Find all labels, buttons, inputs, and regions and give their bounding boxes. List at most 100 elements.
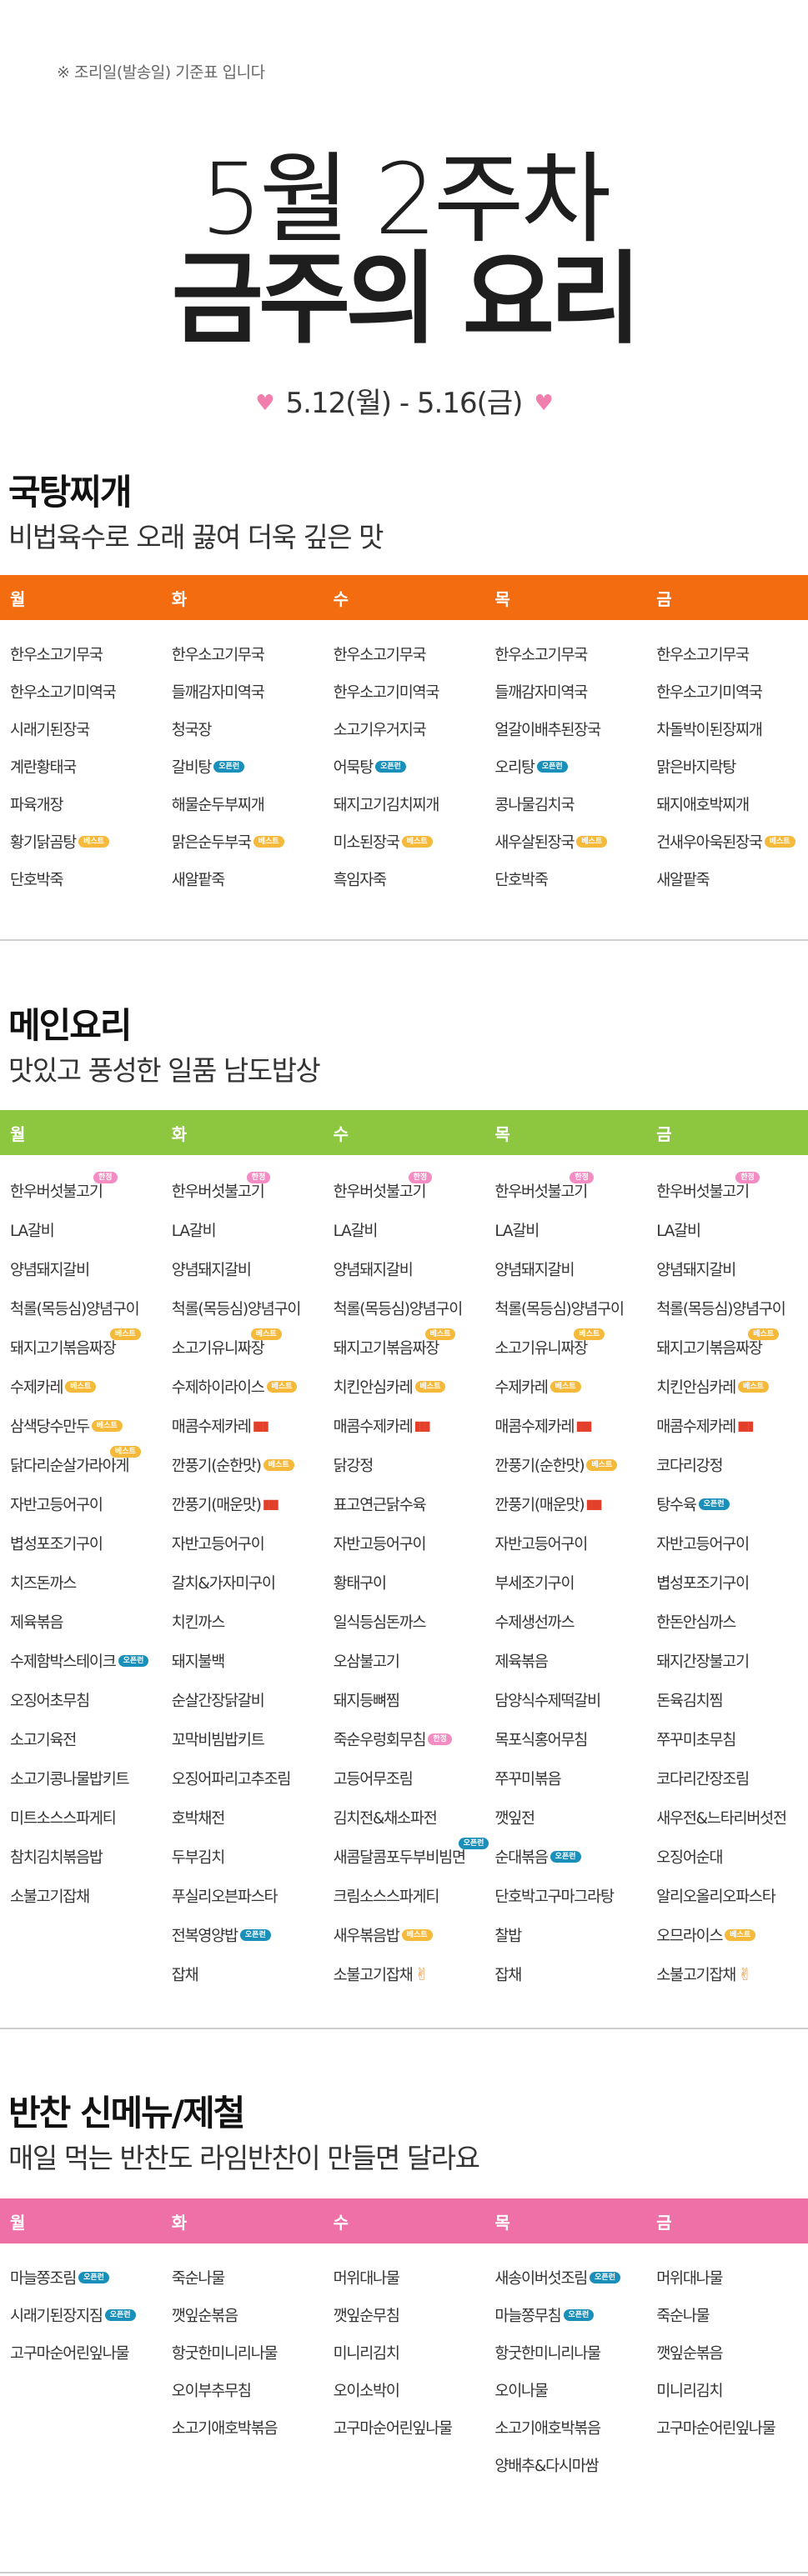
main-column-thu: 한정 한우버섯불고기 LA갈비 양념돼지갈비 척롤(목등심)양념구이 베스트 소고기… <box>484 1171 646 1993</box>
best-badge: 베스트 <box>263 1458 294 1471</box>
menu-item: 깐풍기(매운맛) ▮▮▮ <box>494 1496 602 1514</box>
side-column-tue: 죽순나물 깻잎순볶음 항굿한미니리나물 오이부추무침 소고기애호박볶음 <box>162 2258 324 2483</box>
new-badge: 오픈런 <box>698 1498 730 1510</box>
day-label: 목 <box>494 2212 510 2233</box>
menu-item: 깐풍기(순한맛) 베스트 <box>172 1445 324 1484</box>
side-column-mon: 마늘쫑조림 오픈런 시래기된장지짐 오픈런 고구마순어린잎나물 <box>0 2258 162 2483</box>
menu-item: 제육볶음 <box>10 1613 63 1632</box>
menu-item: 양배추&다시마쌈 <box>494 2457 599 2475</box>
menu-item: 돼지간장불고기 <box>656 1653 750 1671</box>
chili-icon: ▮▮▮ <box>575 1418 592 1433</box>
menu-item: 치즈돈까스 <box>10 1574 77 1593</box>
chili-icon: ▮▮▮ <box>252 1418 269 1433</box>
menu-item: 수제하이라이스 베스트 <box>172 1367 324 1406</box>
menu-item: 크림소스스파게티 <box>333 1888 440 1906</box>
soup-column-fri: 한우소고기무국 한우소고기미역국 차돌박이된장찌개 맑은바지락탕 돼지애호박찌개… <box>646 635 808 898</box>
section-divider <box>0 2028 808 2029</box>
chili-icon: ▮▮▮ <box>414 1418 431 1433</box>
menu-item: 죽순나물 <box>171 2269 225 2288</box>
menu-item: LA갈비 <box>10 1222 55 1240</box>
best-badge: 베스트 <box>550 1380 581 1393</box>
menu-item: 들깨감자미역국 <box>171 683 265 702</box>
menu-item: 베스트 닭다리순살가라아게 <box>10 1445 162 1484</box>
new-badge: 오픈런 <box>458 1838 489 1849</box>
menu-item: 들깨감자미역국 <box>494 683 588 702</box>
menu-item: 시래기된장지짐 오픈런 <box>10 2296 162 2333</box>
menu-item: 돈육김치찜 <box>656 1692 723 1710</box>
menu-item: 소고기우거지국 <box>333 721 427 739</box>
menu-item: 시래기된장국 <box>10 721 90 739</box>
menu-item: 삼색당수만두 베스트 <box>10 1406 162 1445</box>
menu-item: 볍성포조기구이 <box>656 1574 750 1593</box>
menu-item: 죽순나물 <box>656 2307 710 2325</box>
menu-item: 매콤수제카레 ▮▮▮ <box>494 1418 592 1436</box>
day-label: 목 <box>494 588 510 609</box>
menu-item: 한우소고기무국 <box>333 646 427 664</box>
menu-item: 맑은순두부국 베스트 <box>172 823 324 860</box>
menu-item: 한우소고기미역국 <box>333 683 440 702</box>
menu-item: 깻잎순볶음 <box>656 2344 723 2363</box>
menu-item: 소불고기잡채 ✌ <box>333 1963 429 1984</box>
menu-item: 미니리김치 <box>656 2382 723 2400</box>
best-badge: 베스트 <box>414 1380 446 1393</box>
menu-item: 일식등심돈까스 <box>333 1613 427 1632</box>
menu-item: 오리탕 오픈런 <box>494 748 646 785</box>
page-title: 금주의 요리 <box>171 242 642 358</box>
best-badge: 베스트 <box>725 1928 756 1941</box>
menu-item: LA갈비 <box>333 1222 379 1240</box>
menu-item: 얼갈이배추된장국 <box>494 721 601 739</box>
best-badge: 베스트 <box>764 835 795 848</box>
menu-item: 새우전&느타리버섯전 <box>656 1809 787 1828</box>
best-badge: 베스트 <box>110 1446 141 1458</box>
menu-item: 새우볶음밥 베스트 <box>334 1915 485 1954</box>
best-badge: 베스트 <box>65 1380 97 1393</box>
new-badge: 오픈런 <box>213 760 245 773</box>
new-badge: 오픈런 <box>536 760 568 773</box>
best-badge: 베스트 <box>110 1328 141 1340</box>
menu-item: 황기닭곰탕 베스트 <box>10 823 162 860</box>
best-badge: 베스트 <box>738 1380 769 1393</box>
menu-item: 양념돼지갈비 <box>10 1261 90 1279</box>
heart-icon: ♥ <box>534 391 553 416</box>
menu-item: 베스트 돼지고기볶음짜장 <box>656 1328 808 1367</box>
menu-item: 자반고등어구이 <box>333 1535 427 1553</box>
menu-item: 한우소고기무국 <box>494 646 588 664</box>
menu-item: 자반고등어구이 <box>10 1496 103 1514</box>
menu-item: 꼬막비빔밥키트 <box>171 1731 265 1749</box>
menu-item: 알리오올리오파스타 <box>656 1888 776 1906</box>
menu-item: 양념돼지갈비 <box>333 1261 414 1279</box>
menu-item: 수제함박스테이크 오픈런 <box>10 1641 162 1680</box>
main-column-wed: 한정 한우버섯불고기 LA갈비 양념돼지갈비 척롤(목등심)양념구이 베스트 돼지고… <box>324 1171 489 1993</box>
menu-item: 매콤수제카레 ▮▮▮ <box>333 1418 431 1436</box>
menu-item: 푸실리오븐파스타 <box>171 1888 279 1906</box>
menu-item: 한우소고기무국 <box>10 646 103 664</box>
menu-item: 갈비탕 오픈런 <box>172 748 324 785</box>
main-column-mon: 한정 한우버섯불고기 LA갈비 양념돼지갈비 척롤(목등심)양념구이 베스트 돼지고… <box>0 1171 162 1993</box>
menu-item: 돼지등뼈찜 <box>333 1692 400 1710</box>
chili-icon: ▮▮▮ <box>262 1496 279 1512</box>
limited-badge: 한정 <box>570 1172 594 1183</box>
new-badge: 오픈런 <box>590 2271 620 2283</box>
main-column-fri: 한정 한우버섯불고기 LA갈비 양념돼지갈비 척롤(목등심)양념구이 베스트 돼지고… <box>646 1171 808 1993</box>
menu-item: 죽순우렁회무침 한정 <box>334 1719 485 1758</box>
new-badge: 오픈런 <box>118 1654 149 1667</box>
menu-item: 매콤수제카레 ▮▮▮ <box>171 1418 269 1436</box>
menu-item: 베스트 돼지고기볶음짜장 <box>10 1328 162 1367</box>
menu-item: 돼지고기김치찌개 <box>333 796 440 814</box>
menu-item: 갈치&가자미구이 <box>171 1574 276 1593</box>
menu-item: 청국장 <box>171 721 213 739</box>
menu-item: 깐풍기(순한맛) 베스트 <box>494 1445 646 1484</box>
menu-item: 머위대나물 <box>656 2269 723 2288</box>
side-day-bar: 월 화 수 목 금 <box>0 2198 808 2243</box>
menu-item: 치킨안심카레 베스트 <box>334 1367 485 1406</box>
menu-item: 목포식홍어무침 <box>494 1731 588 1749</box>
menu-item: 쭈꾸미초무침 <box>656 1731 736 1749</box>
menu-item: 오이부추무침 <box>171 2382 252 2400</box>
menu-item: LA갈비 <box>171 1222 217 1240</box>
menu-item: 미트소스스파게티 <box>10 1809 117 1828</box>
best-badge: 베스트 <box>576 835 608 848</box>
menu-item: 수제카레 베스트 <box>494 1367 646 1406</box>
menu-item: 소고기애호박볶음 <box>494 2419 601 2438</box>
menu-item: 한정 한우버섯불고기 <box>172 1171 324 1210</box>
best-badge: 베스트 <box>424 1328 456 1340</box>
